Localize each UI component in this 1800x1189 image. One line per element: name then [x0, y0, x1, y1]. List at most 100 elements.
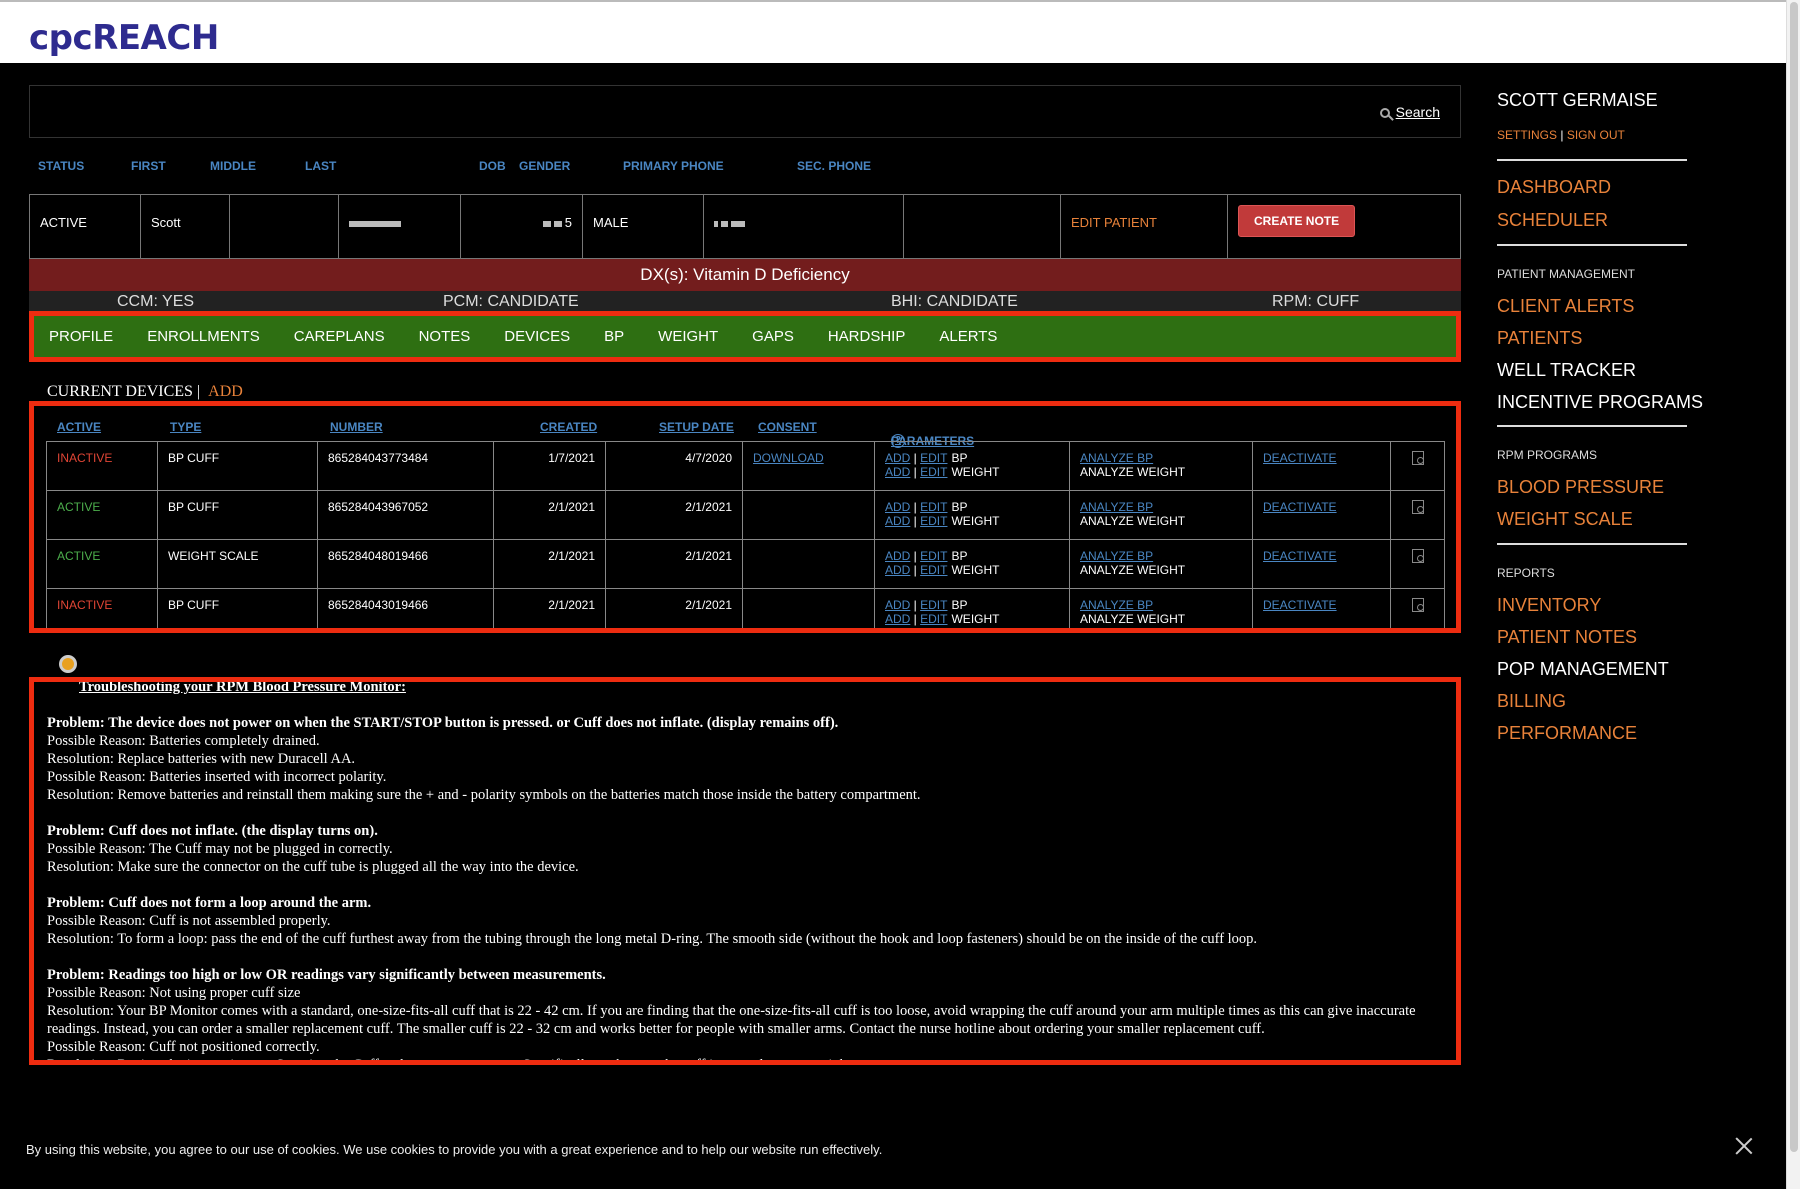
nav-well-tracker[interactable]: WELL TRACKER — [1497, 360, 1636, 381]
tab-bp[interactable]: BP — [604, 328, 624, 345]
param-bp: BP — [951, 549, 968, 563]
analyze-bp-link[interactable]: ANALYZE BP — [1080, 598, 1153, 612]
col-number[interactable]: NUMBER — [330, 420, 383, 434]
search-link[interactable]: Search — [1379, 104, 1440, 120]
app-logo[interactable]: cpcREACH — [29, 18, 219, 58]
patient-col-status: STATUS — [38, 159, 85, 173]
document-search-icon[interactable] — [1411, 549, 1424, 563]
edit-bp-link[interactable]: EDIT — [920, 549, 947, 563]
nav-pop-management[interactable]: POP MANAGEMENT — [1497, 659, 1669, 680]
troubleshooting-heading: Troubleshooting your RPM Blood Pressure … — [79, 679, 406, 695]
tab-enrollments[interactable]: ENROLLMENTS — [147, 328, 260, 345]
device-status: INACTIVE — [46, 588, 158, 628]
divider — [1497, 543, 1687, 545]
col-type[interactable]: TYPE — [170, 420, 201, 434]
nav-performance[interactable]: PERFORMANCE — [1497, 723, 1637, 744]
divider — [1497, 244, 1687, 246]
add-bp-link[interactable]: ADD — [885, 549, 910, 563]
param-weight: WEIGHT — [951, 514, 1000, 528]
col-setup-date[interactable]: SETUP DATE — [659, 420, 734, 434]
document-search-icon[interactable] — [1411, 500, 1424, 514]
current-devices-title: CURRENT DEVICES | ADD — [47, 383, 243, 401]
settings-link[interactable]: SETTINGS — [1497, 128, 1557, 142]
analyze-bp-link[interactable]: ANALYZE BP — [1080, 500, 1153, 514]
tab-hardship[interactable]: HARDSHIP — [828, 328, 906, 345]
analyze-bp-link[interactable]: ANALYZE BP — [1080, 549, 1153, 563]
deactivate-link[interactable]: DEACTIVATE — [1263, 451, 1337, 465]
add-bp-link[interactable]: ADD — [885, 451, 910, 465]
nav-patients[interactable]: PATIENTS — [1497, 328, 1582, 349]
edit-weight-link[interactable]: EDIT — [920, 465, 947, 479]
col-active[interactable]: ACTIVE — [57, 420, 101, 434]
problem-detail: Resolution: Remove batteries and reinsta… — [47, 787, 921, 803]
device-deactivate: DEACTIVATE — [1252, 539, 1391, 589]
sign-out-link[interactable]: SIGN OUT — [1567, 128, 1625, 142]
tab-weight[interactable]: WEIGHT — [658, 328, 718, 345]
deactivate-link[interactable]: DEACTIVATE — [1263, 500, 1337, 514]
download-consent-link[interactable]: DOWNLOAD — [753, 451, 824, 465]
redacted-phone-2 — [721, 220, 728, 227]
edit-bp-link[interactable]: EDIT — [920, 598, 947, 612]
edit-weight-link[interactable]: EDIT — [920, 514, 947, 528]
nav-weight-scale[interactable]: WEIGHT SCALE — [1497, 509, 1633, 530]
tab-alerts[interactable]: ALERTS — [939, 328, 997, 345]
add-weight-link[interactable]: ADD — [885, 612, 910, 626]
devices-panel: ACTIVE TYPE NUMBER CREATED SETUP DATE CO… — [29, 401, 1461, 633]
patient-col-last: LAST — [305, 159, 337, 173]
sep: | — [910, 549, 921, 563]
add-device-link[interactable]: ADD — [208, 383, 243, 400]
patient-gender: MALE — [583, 195, 704, 258]
redacted-dob — [542, 220, 551, 227]
col-created[interactable]: CREATED — [540, 420, 597, 434]
document-search-icon[interactable] — [1411, 451, 1424, 465]
close-icon[interactable] — [1733, 1135, 1755, 1157]
param-bp: BP — [951, 500, 968, 514]
redacted-last — [349, 220, 401, 227]
tab-gaps[interactable]: GAPS — [752, 328, 794, 345]
problem-title: Problem: Cuff does not form a loop aroun… — [47, 895, 372, 911]
analyze-bp-link[interactable]: ANALYZE BP — [1080, 451, 1153, 465]
nav-inventory[interactable]: INVENTORY — [1497, 595, 1601, 616]
device-type: WEIGHT SCALE — [157, 539, 318, 589]
device-type: BP CUFF — [157, 490, 318, 540]
tab-notes[interactable]: NOTES — [419, 328, 471, 345]
tab-careplans[interactable]: CAREPLANS — [294, 328, 385, 345]
device-created: 2/1/2021 — [493, 490, 606, 540]
scrollbar-thumb[interactable] — [1790, 2, 1798, 1152]
device-doc — [1390, 441, 1445, 491]
edit-weight-link[interactable]: EDIT — [920, 563, 947, 577]
add-bp-link[interactable]: ADD — [885, 500, 910, 514]
nav-dashboard[interactable]: DASHBOARD — [1497, 177, 1611, 198]
nav-scheduler[interactable]: SCHEDULER — [1497, 210, 1608, 231]
col-consent[interactable]: CONSENT — [758, 420, 817, 434]
edit-bp-link[interactable]: EDIT — [920, 500, 947, 514]
page-scrollbar[interactable] — [1786, 0, 1800, 1189]
tab-devices[interactable]: DEVICES — [504, 328, 570, 345]
deactivate-link[interactable]: DEACTIVATE — [1263, 598, 1337, 612]
sep: | — [910, 563, 921, 577]
add-weight-link[interactable]: ADD — [885, 563, 910, 577]
deactivate-link[interactable]: DEACTIVATE — [1263, 549, 1337, 563]
device-consent — [742, 539, 875, 589]
nav-incentive-programs[interactable]: INCENTIVE PROGRAMS — [1497, 392, 1703, 413]
add-bp-link[interactable]: ADD — [885, 598, 910, 612]
nav-blood-pressure[interactable]: BLOOD PRESSURE — [1497, 477, 1664, 498]
patient-col-dob: DOB — [479, 159, 506, 173]
create-note-button[interactable]: CREATE NOTE — [1238, 205, 1356, 237]
settings-gear-icon[interactable] — [59, 655, 77, 673]
edit-bp-link[interactable]: EDIT — [920, 451, 947, 465]
divider — [1497, 159, 1687, 161]
tab-profile[interactable]: PROFILE — [49, 328, 113, 345]
section-patient-management: PATIENT MANAGEMENT — [1497, 267, 1636, 281]
analyze-weight-text: ANALYZE WEIGHT — [1080, 563, 1186, 577]
add-weight-link[interactable]: ADD — [885, 514, 910, 528]
edit-weight-link[interactable]: EDIT — [920, 612, 947, 626]
problem-block: Problem: Cuff does not form a loop aroun… — [47, 894, 1443, 948]
sep: | — [910, 514, 921, 528]
nav-client-alerts[interactable]: CLIENT ALERTS — [1497, 296, 1634, 317]
nav-billing[interactable]: BILLING — [1497, 691, 1566, 712]
document-search-icon[interactable] — [1411, 598, 1424, 612]
nav-patient-notes[interactable]: PATIENT NOTES — [1497, 627, 1637, 648]
edit-patient-link[interactable]: EDIT PATIENT — [1071, 215, 1157, 230]
add-weight-link[interactable]: ADD — [885, 465, 910, 479]
